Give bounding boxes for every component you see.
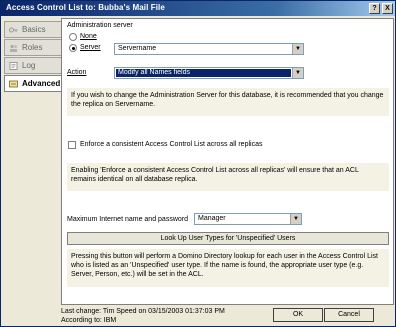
radio-none-label: None [80, 33, 97, 40]
internet-access-value: Manager [198, 215, 226, 222]
lookup-note: Pressing this button will perform a Domi… [67, 249, 389, 287]
internet-password-label: Maximum Internet name and password [67, 216, 188, 223]
tab-roles[interactable]: Roles [4, 39, 61, 56]
action-dropdown[interactable]: Modify all Names fields ▼ [114, 67, 304, 79]
chevron-down-icon[interactable]: ▼ [292, 44, 303, 54]
action-dropdown-value: Modify all Names fields [116, 69, 291, 77]
acl-dialog: Access Control List to: Bubba's Mail Fil… [0, 0, 396, 327]
advanced-icon [9, 80, 18, 88]
enforce-acl-label: Enforce a consistent Access Control List… [80, 141, 263, 148]
roles-icon [10, 44, 18, 52]
tab-advanced-label: Advanced [22, 79, 61, 88]
tab-log-label: Log [22, 61, 36, 70]
radio-server[interactable] [69, 44, 77, 52]
tab-basics[interactable]: Basics [4, 21, 61, 38]
admin-server-heading: Administration server [67, 22, 133, 29]
server-dropdown[interactable]: Servername ▼ [114, 43, 304, 55]
lookup-user-types-button[interactable]: Look Up User Types for 'Unspecified' Use… [67, 232, 389, 245]
chevron-down-icon[interactable]: ▼ [292, 68, 303, 78]
title-bar[interactable]: Access Control List to: Bubba's Mail Fil… [1, 1, 395, 16]
close-button[interactable]: X [382, 3, 393, 14]
last-change-text: Last change: Tim Speed on 03/15/2003 01:… [61, 308, 225, 315]
cancel-button[interactable]: Cancel [324, 308, 374, 322]
radio-none[interactable] [69, 33, 77, 41]
help-button[interactable]: ? [369, 3, 380, 14]
enforce-acl-checkbox[interactable] [68, 141, 76, 149]
tab-log[interactable]: Log [4, 57, 61, 74]
internet-access-dropdown[interactable]: Manager ▼ [194, 213, 302, 225]
tab-roles-label: Roles [22, 43, 43, 52]
chevron-down-icon[interactable]: ▼ [290, 214, 301, 224]
according-to-text: According to: IBM [61, 317, 117, 324]
radio-server-label: Server [80, 44, 101, 51]
window-title: Access Control List to: Bubba's Mail Fil… [6, 3, 165, 12]
ok-button[interactable]: OK [273, 308, 323, 322]
log-icon [9, 62, 18, 70]
advanced-panel: Administration server None Server Server… [61, 18, 394, 305]
tab-advanced[interactable]: Advanced [4, 75, 62, 92]
admin-server-note: If you wish to change the Administration… [67, 88, 389, 116]
server-dropdown-value: Servername [118, 45, 157, 52]
enforce-acl-note: Enabling 'Enforce a consistent Access Co… [67, 163, 389, 191]
tab-basics-label: Basics [22, 25, 46, 34]
action-label: Action [67, 69, 87, 76]
key-icon [9, 27, 18, 33]
tab-strip: Basics Roles Log Advanced [4, 19, 62, 309]
